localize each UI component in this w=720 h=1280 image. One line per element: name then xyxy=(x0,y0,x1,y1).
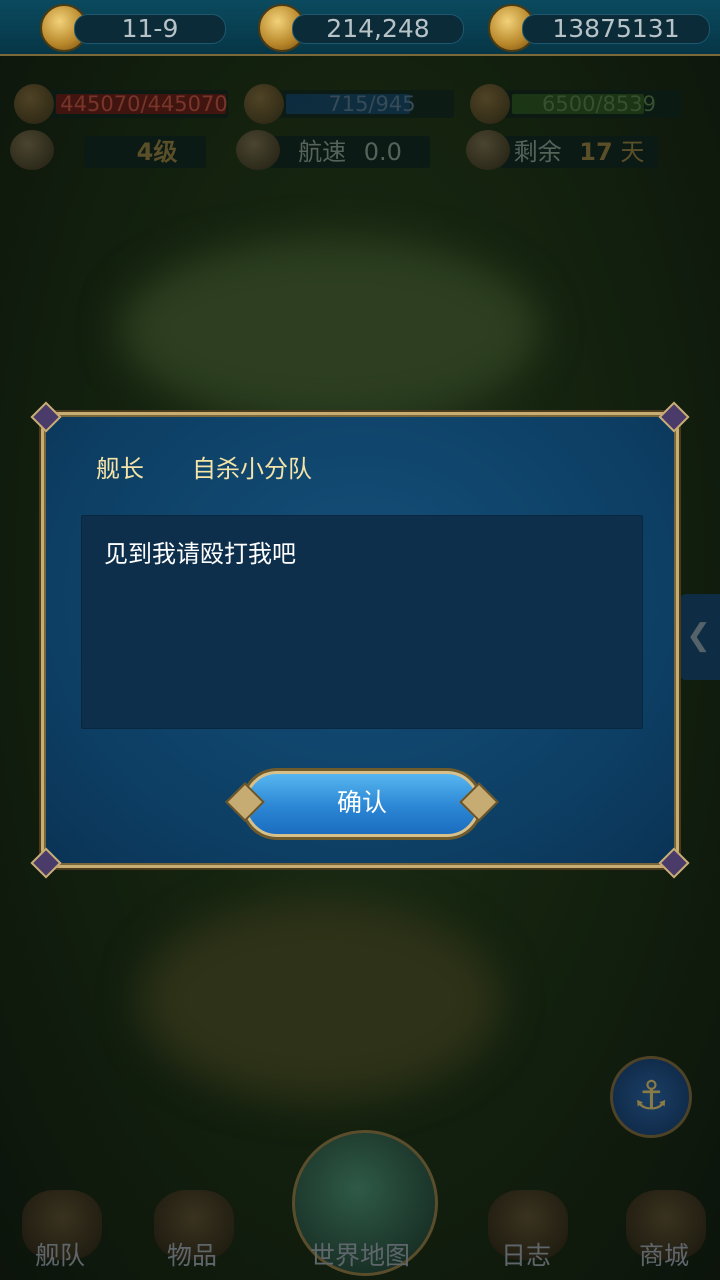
level-stat: 4级 xyxy=(10,130,206,170)
corner-ornament xyxy=(658,401,690,433)
confirm-button[interactable]: 确认 xyxy=(225,771,499,837)
speed-stat: 航速 0.0 xyxy=(236,130,430,170)
nav-world-map[interactable]: 世界地图 xyxy=(300,1190,420,1280)
nav-shop-label: 商城 xyxy=(638,1241,689,1270)
speed-value: 0.0 xyxy=(363,138,402,166)
day-counter: 11-9 xyxy=(40,4,230,52)
nav-fleet[interactable]: 舰队 xyxy=(0,1190,120,1280)
cargo-value: 6500/8539 xyxy=(542,92,656,116)
nav-items-label: 物品 xyxy=(166,1241,217,1270)
speed-label: 航速 xyxy=(298,138,347,166)
corner-ornament xyxy=(30,401,62,433)
hull-value: 445070/445070 xyxy=(60,92,228,116)
corner-ornament xyxy=(658,847,690,879)
remaining-label: 剩余 xyxy=(513,138,562,166)
remaining-text: 剩余 17 天 xyxy=(500,136,658,168)
remaining-days: 17 xyxy=(579,138,613,166)
anchor-button[interactable]: ⚓ xyxy=(610,1056,692,1138)
gold-value: 13875131 xyxy=(522,14,710,44)
speed-text: 航速 0.0 xyxy=(270,136,430,168)
remaining-unit: 天 xyxy=(620,138,645,166)
side-collapse-button[interactable]: ❮ xyxy=(680,594,720,680)
captain-message-dialog: 舰长 自杀小分队 见到我请殴打我吧 确认 xyxy=(30,401,690,879)
compass-value: 214,248 xyxy=(292,14,464,44)
cargo-stat: 6500/8539 xyxy=(470,84,682,124)
fleet-name: 自杀小分队 xyxy=(192,455,312,483)
cloud-icon xyxy=(10,130,54,170)
crew-stat: 715/945 xyxy=(244,84,454,124)
nav-shop[interactable]: 商城 xyxy=(604,1190,720,1280)
level-value: 4级 xyxy=(136,138,178,166)
nav-log[interactable]: 日志 xyxy=(466,1190,586,1280)
nav-items[interactable]: 物品 xyxy=(132,1190,252,1280)
nav-world-map-label: 世界地图 xyxy=(309,1241,410,1270)
nav-log-label: 日志 xyxy=(500,1241,551,1270)
corner-ornament xyxy=(30,847,62,879)
button-ornament-left xyxy=(225,782,265,822)
remaining-stat: 剩余 17 天 xyxy=(466,130,658,170)
confirm-label: 确认 xyxy=(336,788,387,817)
nav-fleet-label: 舰队 xyxy=(34,1241,85,1270)
map-island xyxy=(120,240,540,420)
captain-label: 舰长 xyxy=(96,455,144,483)
crew-value: 715/945 xyxy=(328,92,416,116)
message-text: 见到我请殴打我吧 xyxy=(104,540,296,568)
compass-counter: 214,248 xyxy=(258,4,464,52)
map-land xyxy=(140,900,500,1100)
resource-bar: 11-9 214,248 13875131 xyxy=(0,0,720,56)
chevron-left-icon: ❮ xyxy=(686,618,712,653)
anchor-icon: ⚓ xyxy=(633,1073,669,1119)
day-value: 11-9 xyxy=(74,14,226,44)
gold-counter: 13875131 xyxy=(488,4,712,52)
button-ornament-right xyxy=(459,782,499,822)
message-box: 见到我请殴打我吧 xyxy=(81,515,643,729)
hull-stat: 445070/445070 xyxy=(14,84,228,124)
